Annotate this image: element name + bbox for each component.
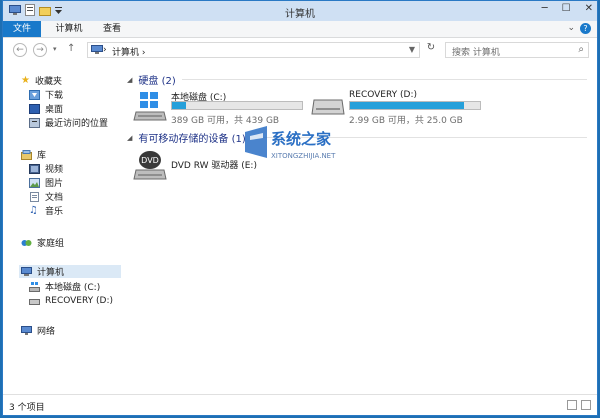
nav-item-drive-c[interactable]: 本地磁盘 (C:) (29, 280, 100, 293)
collapse-icon: ◢ (127, 133, 133, 142)
nav-item-videos[interactable]: 视频 (29, 162, 63, 175)
nav-network[interactable]: 网络 (21, 324, 55, 337)
chevron-down-icon[interactable]: ⌄ (567, 23, 575, 33)
refresh-icon: ↻ (426, 42, 436, 53)
breadcrumb-computer[interactable]: 计算机 › (112, 45, 146, 58)
drive-c-usage-bar (171, 101, 303, 110)
chevron-down-icon[interactable]: ▼ (409, 45, 415, 54)
help-icon[interactable]: ? (580, 23, 591, 34)
drive-icon (29, 296, 40, 306)
desktop-icon (29, 103, 40, 114)
svg-text:XITONGZHIJIA.NET: XITONGZHIJIA.NET (271, 152, 336, 160)
search-icon: ⌕ (578, 44, 584, 55)
nav-item-music[interactable]: ♫ 音乐 (29, 204, 63, 217)
close-icon[interactable]: ✕ (585, 3, 593, 14)
address-bar[interactable]: › 计算机 › ▼ (87, 42, 420, 58)
drive-windows-icon (29, 281, 40, 292)
item-count: 3 个项目 (9, 403, 45, 413)
details-view-button[interactable] (567, 400, 577, 410)
title-bar: 计算机 ─ ☐ ✕ (3, 1, 597, 21)
watermark-logo: 系统之家 XITONGZHIJIA.NET (241, 122, 371, 168)
search-input[interactable]: 搜索 计算机 ⌕ (445, 42, 589, 58)
nav-item-downloads[interactable]: 下载 (29, 88, 63, 101)
recent-locations-icon[interactable]: ▾ (53, 45, 57, 53)
star-icon: ★ (21, 75, 30, 86)
computer-icon (91, 45, 103, 58)
large-icons-view-button[interactable] (581, 400, 591, 410)
music-icon: ♫ (29, 204, 38, 216)
refresh-button[interactable]: ↻ (424, 42, 438, 58)
drive-windows-icon (133, 92, 167, 125)
group-divider (181, 79, 587, 80)
navigation-pane: ★ 收藏夹 下载 桌面 最近访问的位置 库 视频 图片 文档 ♫ 音乐 家庭组 … (3, 64, 121, 394)
recent-places-icon (29, 117, 40, 128)
navigation-bar: ← → ▾ ↑ › 计算机 › ▼ ↻ 搜索 计算机 ⌕ (3, 38, 597, 62)
ribbon-tabs: 文件 计算机 查看 ⌄ ? (3, 21, 597, 38)
homegroup-icon (21, 238, 32, 248)
library-icon (21, 149, 32, 160)
tab-view[interactable]: 查看 (97, 21, 127, 37)
dvd-drive-icon: DVD (133, 150, 167, 185)
tab-file[interactable]: 文件 (3, 21, 41, 37)
drive-d-usage-bar (349, 101, 481, 110)
explorer-window: 计算机 ─ ☐ ✕ 文件 计算机 查看 ⌄ ? ← → ▾ ↑ › 计算机 › … (2, 0, 598, 416)
computer-icon (21, 266, 32, 277)
svg-text:DVD: DVD (141, 156, 159, 165)
maximize-icon[interactable]: ☐ (562, 3, 571, 14)
window-title: 计算机 (285, 9, 315, 20)
nav-computer[interactable]: 计算机 (19, 265, 121, 278)
arrow-left-icon: ← (16, 45, 24, 55)
nav-favorites[interactable]: ★ 收藏夹 (21, 74, 62, 87)
content-pane: ◢ 硬盘 (2) 本地磁盘 (C:) 389 GB 可用，共 439 GB RE… (121, 64, 597, 394)
search-placeholder: 搜索 计算机 (452, 48, 500, 58)
drive-d-tile[interactable]: RECOVERY (D:) 2.99 GB 可用，共 25.0 GB (311, 90, 491, 126)
nav-libraries[interactable]: 库 (21, 148, 46, 161)
drive-c-tile[interactable]: 本地磁盘 (C:) 389 GB 可用，共 439 GB (133, 90, 313, 126)
nav-item-pictures[interactable]: 图片 (29, 176, 63, 189)
back-button[interactable]: ← (13, 43, 27, 57)
video-icon (29, 163, 40, 174)
breadcrumb-separator[interactable]: › (103, 45, 107, 55)
group-hard-disks[interactable]: ◢ 硬盘 (2) (127, 72, 587, 87)
svg-text:系统之家: 系统之家 (271, 130, 331, 148)
drive-icon (311, 96, 345, 123)
picture-icon (29, 177, 40, 188)
drive-d-name: RECOVERY (D:) (349, 90, 418, 100)
tab-computer[interactable]: 计算机 (49, 21, 89, 37)
up-button[interactable]: ↑ (67, 43, 75, 54)
nav-item-documents[interactable]: 文档 (29, 190, 63, 203)
minimize-icon[interactable]: ─ (542, 3, 548, 14)
download-icon (29, 89, 40, 100)
status-bar: 3 个项目 (3, 394, 597, 415)
nav-homegroup[interactable]: 家庭组 (21, 236, 64, 249)
nav-item-drive-d[interactable]: RECOVERY (D:) (29, 294, 113, 307)
arrow-right-icon: → (36, 45, 44, 55)
collapse-icon: ◢ (127, 75, 133, 84)
nav-item-recent[interactable]: 最近访问的位置 (29, 116, 108, 129)
forward-button[interactable]: → (33, 43, 47, 57)
document-icon (29, 191, 40, 202)
network-icon (21, 325, 32, 336)
nav-item-desktop[interactable]: 桌面 (29, 102, 63, 115)
